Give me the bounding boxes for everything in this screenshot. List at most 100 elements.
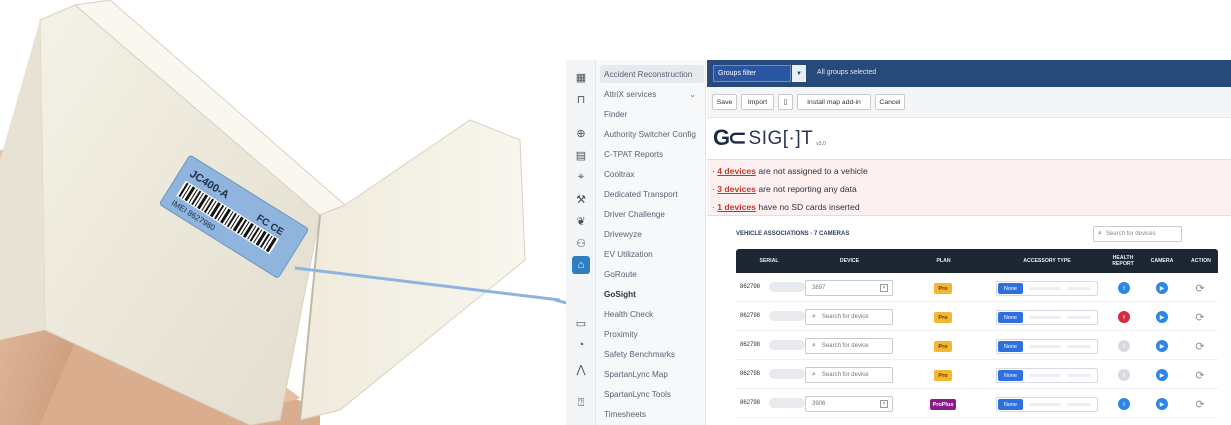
- header-health-report: HEALTH REPORT: [1112, 255, 1134, 267]
- health-report-icon[interactable]: ⚕: [1118, 369, 1130, 381]
- menu-item-ev-utilization[interactable]: EV Utilization: [604, 246, 704, 262]
- device-field[interactable]: 3906 ×: [805, 396, 893, 412]
- accessory-type-toggle[interactable]: None: [996, 397, 1098, 412]
- menu-item-drivewyze[interactable]: Drivewyze: [604, 226, 704, 242]
- bell-icon[interactable]: ◔: [572, 336, 590, 354]
- menu-item-ctpat-reports[interactable]: C-TPAT Reports: [604, 146, 704, 162]
- health-report-icon[interactable]: ⚕: [1118, 282, 1130, 294]
- serial-cell: 862798: [740, 400, 761, 406]
- chevron-down-icon[interactable]: ▼: [792, 65, 806, 82]
- device-search-field[interactable]: ⌕ Search for device: [805, 338, 893, 354]
- camera-icon[interactable]: ▶: [1156, 311, 1168, 323]
- device-search-field[interactable]: ⌕ Search for device: [805, 309, 893, 325]
- menu-item-timesheets[interactable]: Timesheets: [604, 406, 704, 422]
- refresh-icon[interactable]: ⟳: [1194, 398, 1206, 411]
- menu-item-goroute[interactable]: GoRoute: [604, 266, 704, 282]
- device-search-field[interactable]: ⌕ Search for device: [805, 367, 893, 383]
- refresh-icon[interactable]: ⟳: [1194, 311, 1206, 324]
- alert-link[interactable]: 1 devices: [717, 202, 756, 212]
- plan-badge: Pro: [934, 370, 952, 381]
- camera-icon[interactable]: ▶: [1156, 398, 1168, 410]
- camera-icon[interactable]: ▶: [1156, 369, 1168, 381]
- device-search-input[interactable]: ⌕ Search for devices: [1093, 226, 1182, 242]
- addin-icon[interactable]: ⌂: [572, 256, 590, 274]
- refresh-icon[interactable]: ⟳: [1194, 340, 1206, 353]
- serial-cell: 862798: [740, 371, 761, 377]
- menu-item-attrix-services[interactable]: AttriX services ⌄: [604, 86, 704, 102]
- header-serial: SERIAL: [759, 258, 779, 264]
- accessory-type-toggle[interactable]: None: [996, 339, 1098, 354]
- bookmark-icon[interactable]: ⊓: [572, 90, 590, 108]
- accessory-type-toggle[interactable]: None: [996, 368, 1098, 383]
- menu-item-proximity[interactable]: Proximity: [604, 326, 704, 342]
- camera-icon[interactable]: ▶: [1156, 282, 1168, 294]
- plan-badge: Pro: [934, 283, 952, 294]
- search-icon: ⌕: [812, 371, 816, 378]
- cancel-button[interactable]: Cancel: [875, 94, 905, 110]
- chevron-down-icon: ⌄: [689, 89, 696, 99]
- accessory-none-option[interactable]: None: [998, 283, 1023, 294]
- help-icon[interactable]: ⍰: [572, 394, 590, 412]
- header-plan: PLAN: [936, 258, 951, 264]
- alert-link[interactable]: 3 devices: [717, 184, 756, 194]
- plan-badge: Pro: [934, 312, 952, 323]
- accessory-type-toggle[interactable]: None: [996, 281, 1098, 296]
- health-report-icon[interactable]: ⚕: [1118, 398, 1130, 410]
- menu-item-spartanlync-map[interactable]: SpartanLync Map: [604, 366, 704, 382]
- alert-not-reporting: · 3 devices are not reporting any data: [712, 184, 857, 194]
- users-icon[interactable]: ⚇: [572, 234, 590, 252]
- menu-item-spartanlync-tools[interactable]: SpartanLync Tools: [604, 386, 704, 402]
- pin-icon[interactable]: ⌖: [572, 168, 590, 186]
- refresh-icon[interactable]: ⟳: [1194, 369, 1206, 382]
- menu-item-gosight[interactable]: GoSight: [604, 286, 704, 302]
- menu-item-health-check[interactable]: Health Check: [604, 306, 704, 322]
- import-button[interactable]: Import: [741, 94, 774, 110]
- leaf-icon[interactable]: ❦: [572, 212, 590, 230]
- menu-item-dedicated-transport[interactable]: Dedicated Transport: [604, 186, 704, 202]
- document-icon[interactable]: ▯: [778, 94, 793, 110]
- plan-badge: Pro: [934, 341, 952, 352]
- accessory-none-option[interactable]: None: [998, 312, 1023, 323]
- serial-cell: 862798: [740, 284, 761, 290]
- clear-icon[interactable]: ×: [880, 284, 888, 292]
- globe-icon[interactable]: ⊕: [572, 124, 590, 142]
- header-accessory-type: ACCESSORY TYPE: [1023, 258, 1071, 264]
- table-row: 862798 ⌕ Search for device Pro None ⚕ ▶ ⟳: [736, 331, 1218, 360]
- menu-item-finder[interactable]: Finder: [604, 106, 704, 122]
- menu-item-accident-reconstruction[interactable]: Accident Reconstruction: [604, 66, 704, 82]
- table-row: 862798 ⌕ Search for device Pro None ⚕ ▶ ⟳: [736, 302, 1218, 331]
- camera-icon[interactable]: ▭: [572, 314, 590, 332]
- device-field[interactable]: 3897 ×: [805, 280, 893, 296]
- health-report-icon[interactable]: ⚕: [1118, 311, 1130, 323]
- wrench-icon[interactable]: ⚒: [572, 190, 590, 208]
- camera-icon[interactable]: ▶: [1156, 340, 1168, 352]
- save-button[interactable]: Save: [712, 94, 737, 110]
- groups-filter-select[interactable]: Groups filter: [713, 65, 791, 82]
- table-header: SERIAL DEVICE PLAN ACCESSORY TYPE HEALTH…: [736, 249, 1218, 273]
- table-row: 862798 3906 × ProPlus None ⚕ ▶ ⟳: [736, 389, 1218, 418]
- accessory-type-toggle[interactable]: None: [996, 310, 1098, 325]
- accessory-none-option[interactable]: None: [998, 341, 1023, 352]
- map-icon[interactable]: ⋀: [572, 360, 590, 378]
- refresh-icon[interactable]: ⟳: [1194, 282, 1206, 295]
- alert-link[interactable]: 4 devices: [717, 166, 756, 176]
- menu-item-safety-benchmarks[interactable]: Safety Benchmarks: [604, 346, 704, 362]
- menu-item-authority-switcher[interactable]: Authority Switcher Config: [604, 126, 704, 142]
- accessory-none-option[interactable]: None: [998, 399, 1023, 410]
- menu-item-cooltrax[interactable]: Cooltrax: [604, 166, 704, 182]
- menu-item-driver-challenge[interactable]: Driver Challenge: [604, 206, 704, 222]
- install-map-addin-button[interactable]: Install map add-in: [797, 94, 871, 110]
- redacted-serial: [769, 340, 805, 350]
- grid-icon[interactable]: ▦: [572, 68, 590, 86]
- camera-device-photo: JC400-A FC CE IMEI 8627980: [0, 0, 560, 425]
- report-icon[interactable]: ▤: [572, 146, 590, 164]
- alert-unassigned: · 4 devices are not assigned to a vehicl…: [712, 166, 868, 176]
- icon-sidebar: ▦ ⊓ ⊕ ▤ ⌖ ⚒ ❦ ⚇ ⌂ ▭ ◔ ⋀ ⍰: [566, 60, 596, 425]
- header-device: DEVICE: [839, 258, 860, 264]
- clear-icon[interactable]: ×: [880, 400, 888, 408]
- health-report-icon[interactable]: ⚕: [1118, 340, 1130, 352]
- redacted-serial: [769, 282, 805, 292]
- header-action: ACTION: [1191, 258, 1211, 264]
- accessory-none-option[interactable]: None: [998, 370, 1023, 381]
- search-icon: ⌕: [1098, 230, 1102, 237]
